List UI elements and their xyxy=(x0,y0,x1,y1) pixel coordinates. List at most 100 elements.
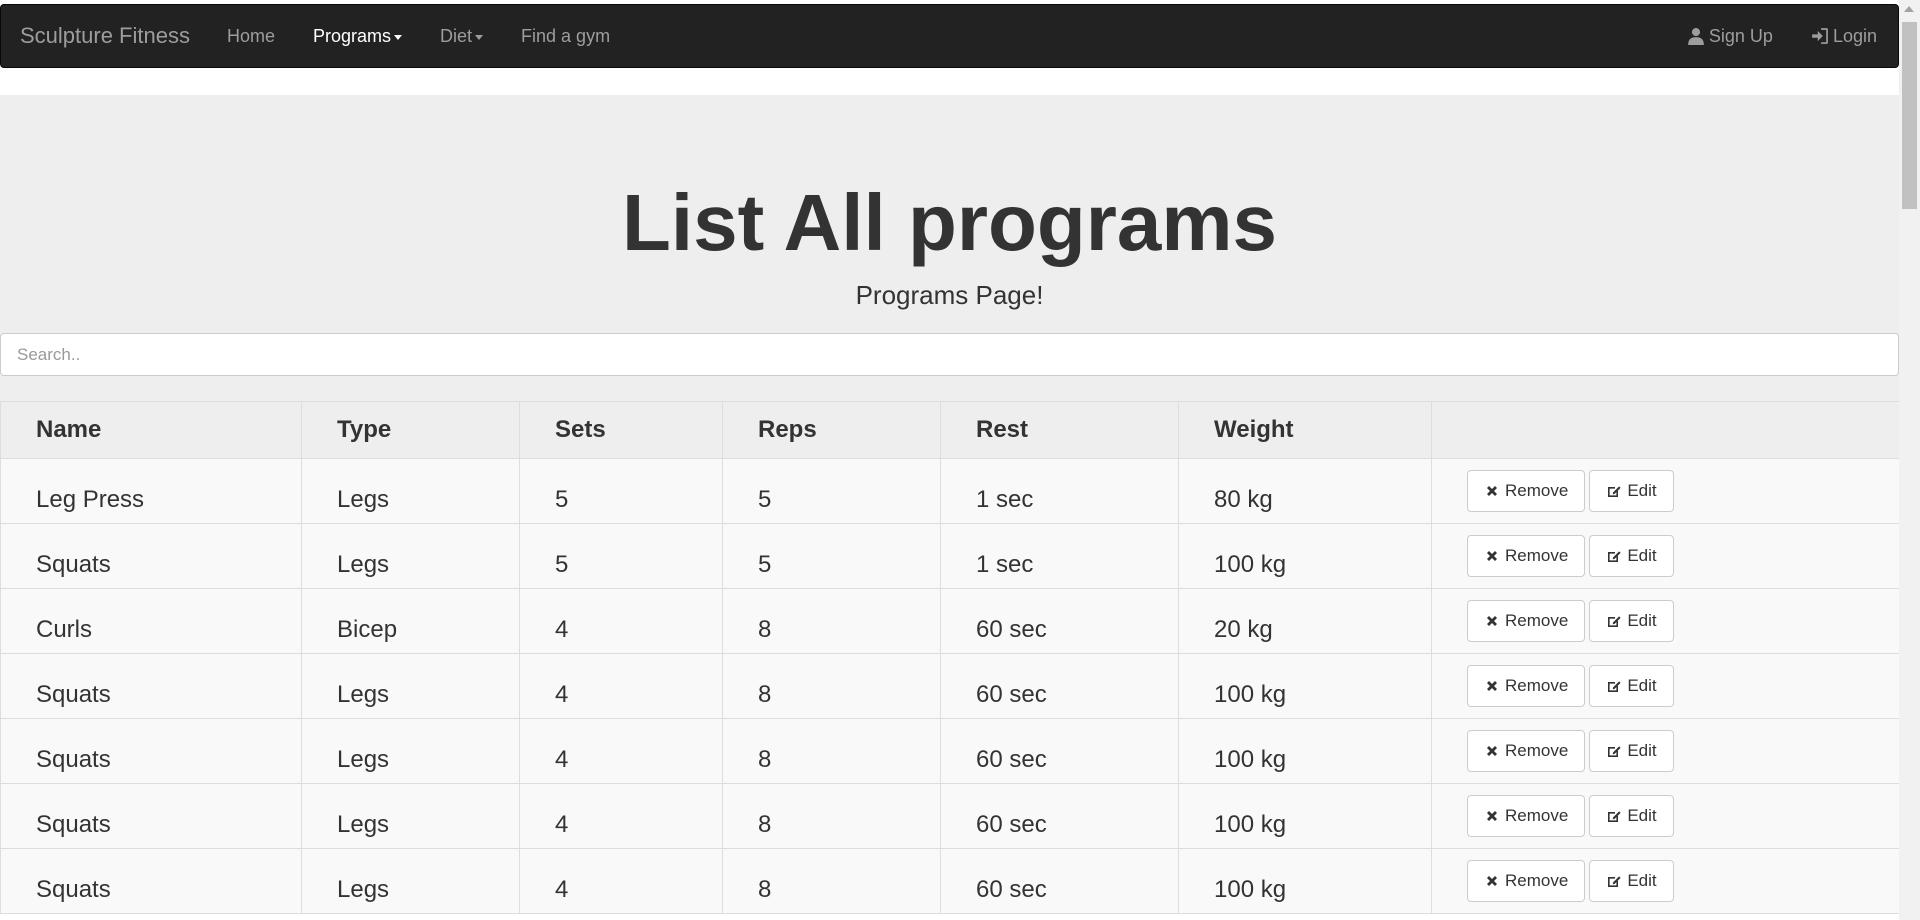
nav-right: Sign Up Login xyxy=(1668,5,1896,67)
cell-type: Legs xyxy=(301,653,520,719)
nav-diet-label: Diet xyxy=(440,25,473,46)
cell-weight: 100 kg xyxy=(1178,848,1432,914)
remove-button[interactable]: Remove xyxy=(1467,535,1586,577)
table-body: Leg Press Legs 5 5 1 sec 80 kg Remove Edit Squat… xyxy=(0,458,1900,914)
cell-name: Squats xyxy=(0,783,302,849)
remove-button[interactable]: Remove xyxy=(1467,665,1586,707)
cell-name: Curls xyxy=(0,588,302,654)
table-header: Name Type Sets Reps Rest Weight xyxy=(0,401,1900,459)
cell-type: Bicep xyxy=(301,588,520,654)
table-row: Squats Legs 4 8 60 sec 100 kg Remove Edit xyxy=(0,718,1900,784)
edit-button[interactable]: Edit xyxy=(1589,795,1674,837)
remove-x-icon xyxy=(1484,613,1500,629)
cell-sets: 5 xyxy=(519,458,723,524)
cell-weight: 100 kg xyxy=(1178,523,1432,589)
nav-home[interactable]: Home xyxy=(208,5,294,67)
cell-type: Legs xyxy=(301,848,520,914)
remove-x-icon xyxy=(1484,678,1500,694)
remove-button[interactable]: Remove xyxy=(1467,470,1586,512)
cell-sets: 4 xyxy=(519,718,723,784)
edit-button[interactable]: Edit xyxy=(1589,600,1674,642)
remove-x-icon xyxy=(1484,483,1500,499)
cell-reps: 8 xyxy=(722,653,941,719)
cell-weight: 80 kg xyxy=(1178,458,1432,524)
page: Sculpture Fitness Home Programs Diet Fin… xyxy=(0,0,1920,920)
remove-button-label: Remove xyxy=(1505,546,1569,565)
scrollbar-thumb[interactable] xyxy=(1902,22,1917,209)
table-row: Squats Legs 5 5 1 sec 100 kg Remove Edit xyxy=(0,523,1900,589)
edit-icon xyxy=(1606,483,1622,499)
cell-name: Squats xyxy=(0,848,302,914)
edit-button[interactable]: Edit xyxy=(1589,730,1674,772)
nav-programs-label: Programs xyxy=(312,25,392,46)
nav-diet-dropdown[interactable]: Diet xyxy=(421,5,502,67)
nav-login-label: Login xyxy=(1832,25,1877,46)
cell-sets: 5 xyxy=(519,523,723,589)
cell-actions: Remove Edit xyxy=(1431,848,1900,914)
edit-button-label: Edit xyxy=(1627,481,1657,500)
vertical-scrollbar[interactable] xyxy=(1899,0,1920,920)
remove-button[interactable]: Remove xyxy=(1467,730,1586,772)
nav-find-gym-label: Find a gym xyxy=(521,25,611,46)
edit-button-label: Edit xyxy=(1627,546,1657,565)
edit-icon xyxy=(1606,678,1622,694)
remove-button[interactable]: Remove xyxy=(1467,795,1586,837)
user-icon xyxy=(1687,27,1705,45)
cell-rest: 1 sec xyxy=(940,458,1179,524)
edit-icon xyxy=(1606,808,1622,824)
cell-name: Squats xyxy=(0,718,302,784)
nav-signup[interactable]: Sign Up xyxy=(1668,5,1792,67)
remove-x-icon xyxy=(1484,743,1500,759)
table-row: Squats Legs 4 8 60 sec 100 kg Remove Edit xyxy=(0,653,1900,719)
remove-button-label: Remove xyxy=(1505,676,1569,695)
column-header-reps: Reps xyxy=(722,401,941,459)
remove-button[interactable]: Remove xyxy=(1467,600,1586,642)
remove-button-label: Remove xyxy=(1505,481,1569,500)
caret-down-icon xyxy=(475,34,484,40)
page-subtitle: Programs Page! xyxy=(855,280,1044,310)
cell-actions: Remove Edit xyxy=(1431,588,1900,654)
cell-type: Legs xyxy=(301,523,520,589)
cell-actions: Remove Edit xyxy=(1431,458,1900,524)
cell-type: Legs xyxy=(301,783,520,849)
remove-button-label: Remove xyxy=(1505,741,1569,760)
cell-actions: Remove Edit xyxy=(1431,523,1900,589)
cell-rest: 60 sec xyxy=(940,718,1179,784)
edit-button-label: Edit xyxy=(1627,741,1657,760)
edit-icon xyxy=(1606,743,1622,759)
cell-name: Squats xyxy=(0,523,302,589)
cell-type: Legs xyxy=(301,458,520,524)
cell-reps: 8 xyxy=(722,718,941,784)
column-header-weight: Weight xyxy=(1178,401,1432,459)
search-input[interactable] xyxy=(0,333,1899,376)
cell-reps: 8 xyxy=(722,588,941,654)
cell-sets: 4 xyxy=(519,588,723,654)
scroll-up-arrow-icon[interactable] xyxy=(1904,6,1914,12)
cell-reps: 5 xyxy=(722,458,941,524)
cell-name: Squats xyxy=(0,653,302,719)
nav-programs-dropdown[interactable]: Programs xyxy=(294,5,421,67)
cell-actions: Remove Edit xyxy=(1431,783,1900,849)
cell-sets: 4 xyxy=(519,783,723,849)
edit-button[interactable]: Edit xyxy=(1589,470,1674,512)
column-header-actions xyxy=(1431,401,1900,459)
nav-find-gym[interactable]: Find a gym xyxy=(502,5,629,67)
remove-button-label: Remove xyxy=(1505,611,1569,630)
column-header-type: Type xyxy=(301,401,520,459)
remove-button[interactable]: Remove xyxy=(1467,860,1586,902)
edit-button[interactable]: Edit xyxy=(1589,535,1674,577)
nav-login[interactable]: Login xyxy=(1792,5,1896,67)
remove-x-icon xyxy=(1484,873,1500,889)
remove-button-label: Remove xyxy=(1505,806,1569,825)
page-title: List All programs xyxy=(622,178,1277,267)
edit-button[interactable]: Edit xyxy=(1589,860,1674,902)
brand-link[interactable]: Sculpture Fitness xyxy=(20,23,190,49)
edit-button-label: Edit xyxy=(1627,611,1657,630)
column-header-name: Name xyxy=(0,401,302,459)
cell-reps: 5 xyxy=(722,523,941,589)
cell-actions: Remove Edit xyxy=(1431,718,1900,784)
edit-button-label: Edit xyxy=(1627,871,1657,890)
edit-button[interactable]: Edit xyxy=(1589,665,1674,707)
cell-weight: 20 kg xyxy=(1178,588,1432,654)
edit-icon xyxy=(1606,873,1622,889)
